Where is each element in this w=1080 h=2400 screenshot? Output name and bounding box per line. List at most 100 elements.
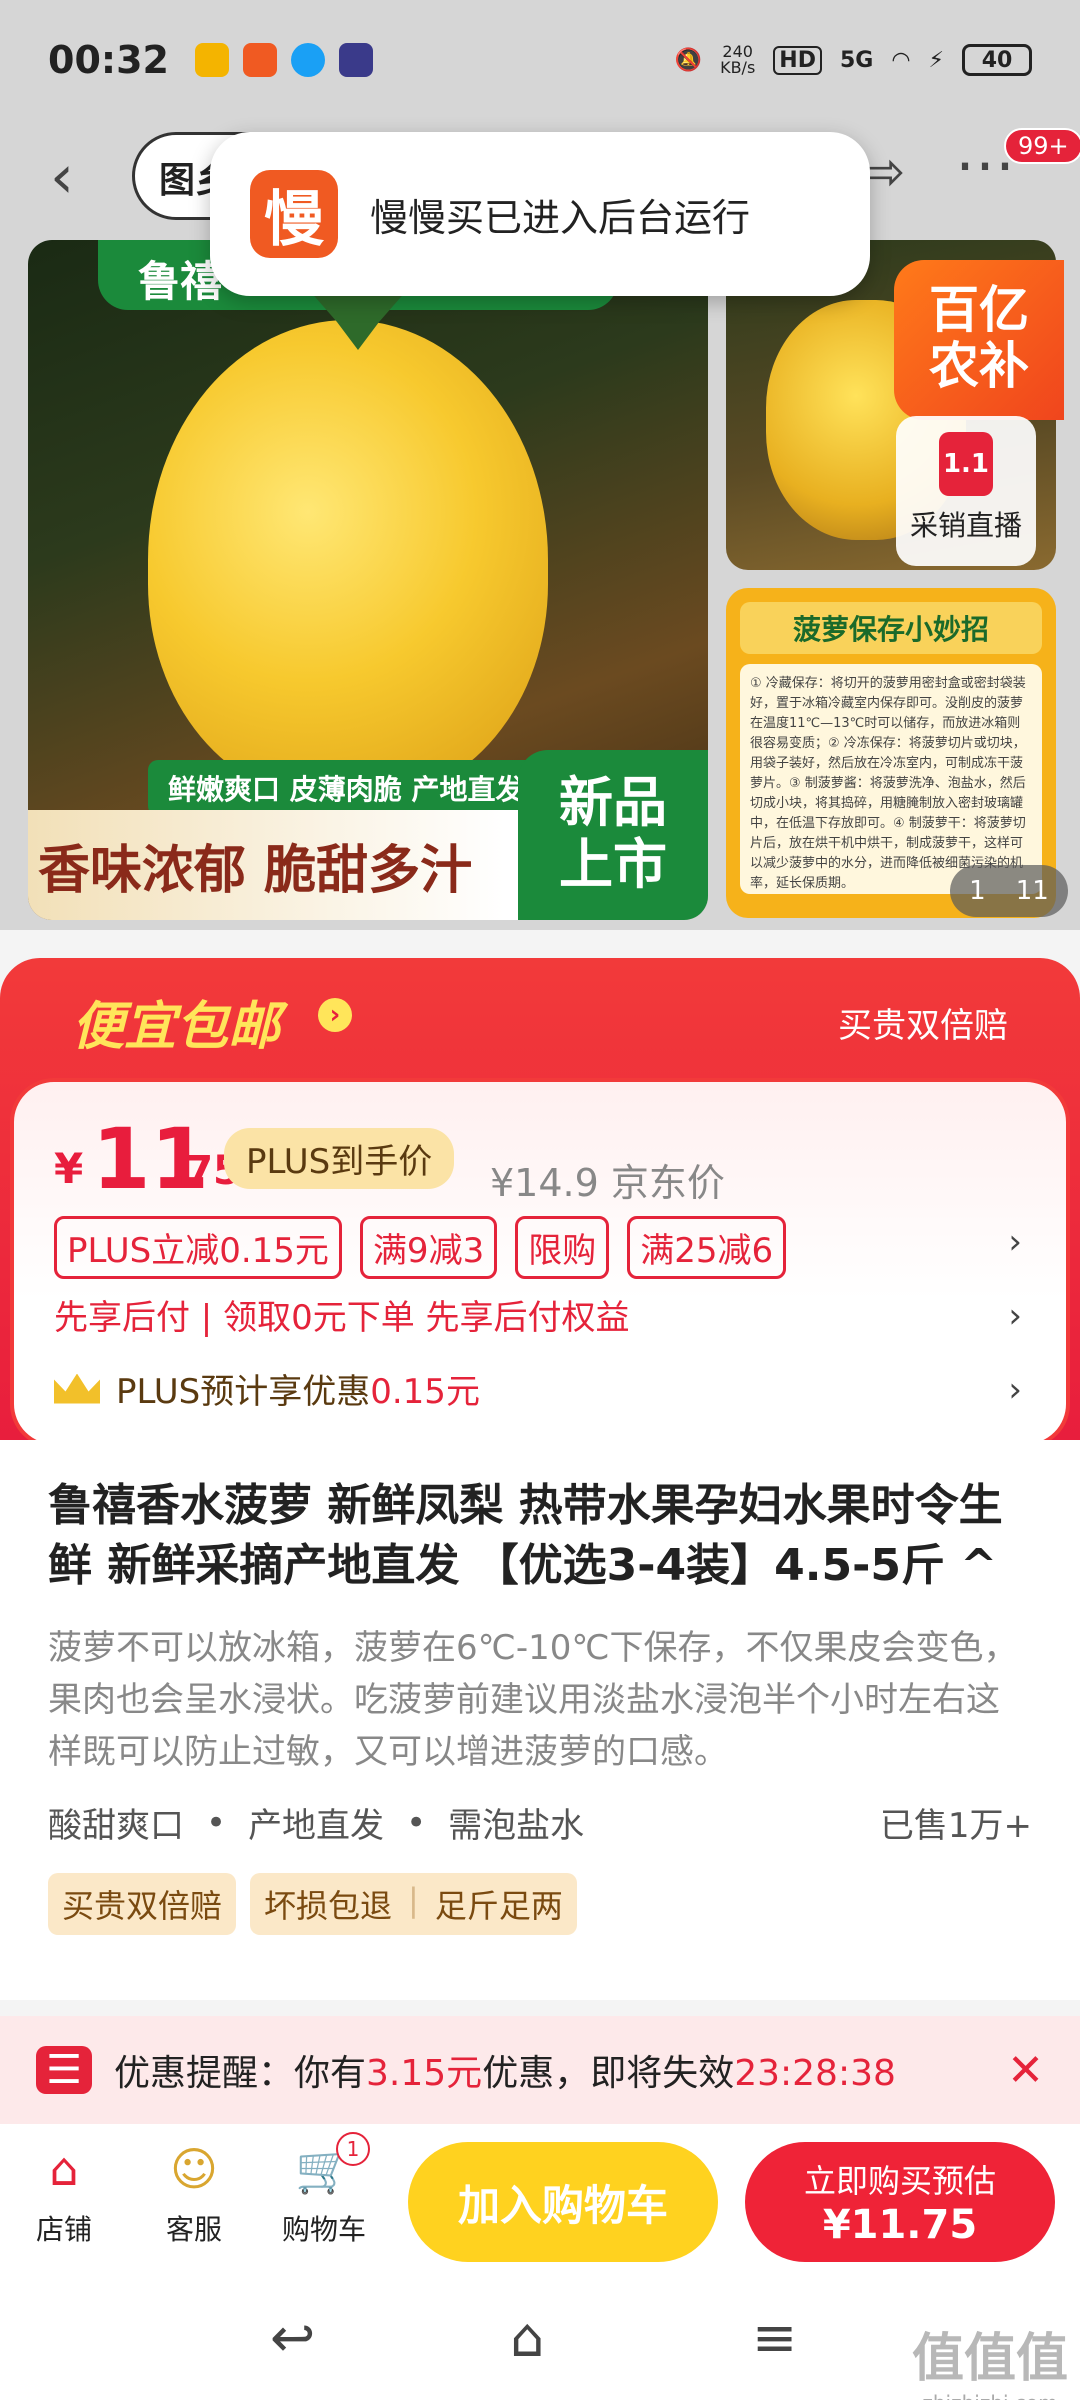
promo-line1: 百亿 xyxy=(929,281,1029,339)
manmanbuy-notification-icon xyxy=(242,43,277,77)
toast-text: 慢慢买已进入后台运行 xyxy=(370,195,751,240)
reminder-text: 优惠提醒：你有3.15元优惠，即将失效23:28:38 xyxy=(114,2044,896,2096)
manmanbuy-logo-icon: 慢 xyxy=(250,170,338,258)
live-logo-icon: 1.1 xyxy=(939,432,993,496)
cart-count-badge: 1 xyxy=(336,2132,370,2166)
cheap-shipping-label[interactable]: 便宜包邮 xyxy=(72,984,280,1059)
buy-now-label: 立即购买预估 xyxy=(803,2162,996,2200)
system-nav-bar: ↩ ⌂ ≡ 值值值 zhizhizhi.com xyxy=(0,2276,1080,2400)
subsidy-promo-badge[interactable]: 百亿 农补 xyxy=(894,260,1064,420)
shop-icon: ⌂ xyxy=(49,2142,79,2196)
hd-icon: HD xyxy=(773,45,822,75)
back-icon[interactable]: ‹ xyxy=(50,142,74,212)
price-card: ¥ 11 .75 PLUS到手价 ¥14.9 京东价 PLUS立减0.15元 满… xyxy=(10,1078,1070,1448)
status-app-icons xyxy=(194,43,373,77)
reminder-countdown: 23:28:38 xyxy=(734,2053,896,2094)
status-bar: 00:32 🔕 240 KB/s HD 5G ◠ ⚡ 40 xyxy=(0,0,1080,120)
shop-button[interactable]: ⌂ 店铺 xyxy=(4,2138,124,2248)
system-menu-icon[interactable]: ≡ xyxy=(752,2306,797,2369)
promo-line2: 农补 xyxy=(929,337,1029,395)
status-right: 🔕 240 KB/s HD 5G ◠ ⚡ 40 xyxy=(675,44,1032,76)
watermark-sub: zhizhizhi.com xyxy=(912,2391,1068,2400)
coupon-icon: ☰ xyxy=(36,2046,92,2094)
price-panel: 便宜包邮 › 买贵双倍赔 ¥ 11 .75 PLUS到手价 ¥14.9 京东价 … xyxy=(0,958,1080,1458)
buy-now-button[interactable]: 立即购买预估 ¥11.75 xyxy=(745,2142,1055,2262)
main-product-image[interactable]: 鲁禧 鲜嫩爽口 皮薄肉脆 产地直发 香味浓郁 脆甜多汁 新品 上市 xyxy=(28,240,708,920)
wifi-icon: ◠ xyxy=(891,47,911,73)
slogan-text: 香味浓郁 脆甜多汁 xyxy=(38,840,473,901)
shop-label: 店铺 xyxy=(35,2213,92,2246)
qq-notification-icon xyxy=(290,43,325,77)
plus-discount-line[interactable]: PLUS预计享优惠0.15元 xyxy=(54,1364,480,1413)
system-back-icon[interactable]: ↩ xyxy=(270,2306,315,2369)
charging-icon: ⚡ xyxy=(928,47,944,73)
promo-tags[interactable]: PLUS立减0.15元 满9减3 限购 满25减6 xyxy=(54,1216,787,1279)
service-badge: 坏损包退 xyxy=(264,1887,393,1925)
new-arrival-badge: 新品 上市 xyxy=(518,750,708,920)
chevron-right-icon[interactable]: › xyxy=(318,998,352,1032)
pager-total: 11 xyxy=(1015,876,1049,906)
buy-now-price: ¥11.75 xyxy=(822,2202,978,2248)
discount-reminder[interactable]: ☰ 优惠提醒：你有3.15元优惠，即将失效23:28:38 ✕ xyxy=(0,2016,1080,2124)
jd-price: ¥14.9 京东价 xyxy=(490,1161,725,1205)
battery-icon: 40 xyxy=(962,44,1032,76)
plus-price-tag: PLUS到手价 xyxy=(224,1128,455,1189)
cart-button[interactable]: 🛒 1 购物车 xyxy=(264,2132,384,2248)
divider: | xyxy=(408,1881,419,1919)
live-stream-entry[interactable]: 1.1 采销直播 xyxy=(896,416,1036,566)
system-home-icon[interactable]: ⌂ xyxy=(510,2306,544,2369)
price-currency: ¥ xyxy=(54,1144,84,1193)
tips-body: ① 冷藏保存：将切开的菠萝用密封盒或密封袋装好，置于冰箱冷藏室内保存即可。没削皮… xyxy=(740,664,1042,894)
promo-tag[interactable]: 满9减3 xyxy=(359,1216,498,1279)
promo-tag[interactable]: 满25减6 xyxy=(627,1216,787,1279)
pineapple-image xyxy=(148,320,548,800)
signal-icon: 5G xyxy=(839,47,874,73)
crown-icon xyxy=(54,1373,100,1404)
cart-label: 购物车 xyxy=(281,2213,366,2246)
reminder-amount: 3.15元 xyxy=(366,2053,483,2094)
service-badge[interactable]: 买贵双倍赔 xyxy=(48,1873,237,1935)
double-compensation-label[interactable]: 买贵双倍赔 xyxy=(838,998,1008,1047)
product-info: 鲁禧香水菠萝 新鲜凤梨 热带水果孕妇水果时令生鲜 新鲜采摘产地直发 【优选3-4… xyxy=(0,1440,1080,2000)
add-to-cart-button[interactable]: 加入购物车 xyxy=(408,2142,718,2262)
chevron-right-icon[interactable]: › xyxy=(1008,1370,1022,1410)
feature-item: 产地直发 xyxy=(248,1806,385,1846)
plus-line-amount: 0.15元 xyxy=(370,1372,480,1412)
customer-service-icon: ☺ xyxy=(170,2142,218,2196)
live-label: 采销直播 xyxy=(909,509,1022,542)
product-gallery[interactable]: 鲁禧 鲜嫩爽口 皮薄肉脆 产地直发 香味浓郁 脆甜多汁 新品 上市 百亿 农补 … xyxy=(0,240,1080,930)
reminder-label2: 优惠，即将失效 xyxy=(482,2053,735,2094)
status-time: 00:32 xyxy=(48,38,169,82)
message-badge: 99+ xyxy=(1004,128,1080,164)
background-toast: 慢 慢慢买已进入后台运行 xyxy=(210,132,870,296)
plus-line-prefix: PLUS预计享优惠 xyxy=(116,1372,371,1412)
watermark-logo: 值值值 zhizhizhi.com xyxy=(912,2316,1068,2400)
chevron-right-icon[interactable]: › xyxy=(1008,1222,1022,1262)
separator-dot: • xyxy=(406,1802,427,1843)
new-badge-line2: 上市 xyxy=(559,833,667,896)
service-badge-group[interactable]: 坏损包退 | 足斤足两 xyxy=(250,1873,577,1935)
customer-service-button[interactable]: ☺ 客服 xyxy=(134,2138,254,2248)
product-description: 菠萝不可以放冰箱，菠萝在6℃-10℃下保存，不仅果皮会变色，果肉也会呈水浸状。吃… xyxy=(48,1628,1018,1772)
tips-title: 菠萝保存小妙招 xyxy=(740,602,1042,654)
close-icon[interactable]: ✕ xyxy=(1007,2045,1044,2096)
customer-service-label: 客服 xyxy=(165,2213,222,2246)
sold-count: 已售1万+ xyxy=(879,1806,1032,1846)
feature-strip: 鲜嫩爽口 皮薄肉脆 产地直发 xyxy=(148,760,544,816)
feature-item: 需泡盐水 xyxy=(448,1806,585,1846)
promo-tag[interactable]: PLUS立减0.15元 xyxy=(54,1216,342,1279)
watermark-main: 值值值 xyxy=(911,2329,1068,2389)
pay-later-line[interactable]: 先享后付 | 领取0元下单 先享后付权益 xyxy=(54,1290,630,1339)
service-badge: 足斤足两 xyxy=(434,1887,563,1925)
net-speed: 240 KB/s xyxy=(720,42,756,77)
product-title[interactable]: 鲁禧香水菠萝 新鲜凤梨 热带水果孕妇水果时令生鲜 新鲜采摘产地直发 【优选3-4… xyxy=(48,1476,1032,1596)
pager-current: 1 xyxy=(969,876,986,906)
chevron-right-icon[interactable]: › xyxy=(1008,1296,1022,1336)
gallery-pager: 1 11 xyxy=(950,865,1068,917)
service-row[interactable]: 买贵双倍赔 坏损包退 | 足斤足两 xyxy=(48,1873,1032,1935)
bottom-action-bar: ⌂ 店铺 ☺ 客服 🛒 1 购物车 加入购物车 立即购买预估 ¥11.75 xyxy=(0,2124,1080,2276)
app2-notification-icon xyxy=(338,43,373,77)
feature-row: 酸甜爽口 • 产地直发 • 需泡盐水 已售1万+ xyxy=(48,1798,1032,1847)
promo-tag[interactable]: 限购 xyxy=(515,1216,610,1279)
feature-item: 酸甜爽口 xyxy=(48,1806,184,1846)
